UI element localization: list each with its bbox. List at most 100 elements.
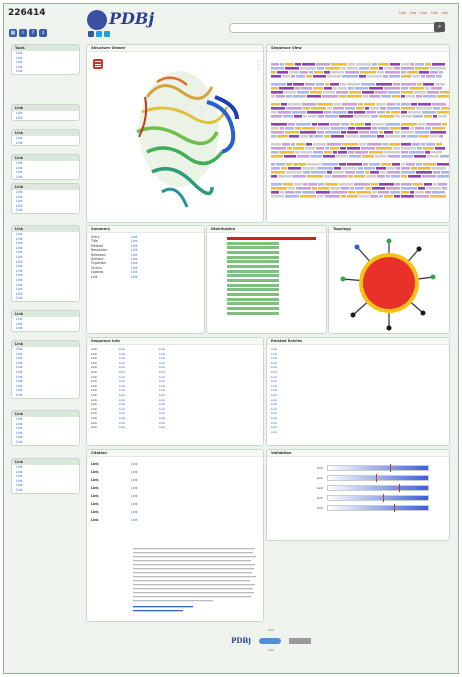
footer-pdbj-logo[interactable]: PDBj [231,636,251,645]
sequence-segment [422,175,436,178]
sequence-segment [388,91,400,94]
sidebar-link[interactable]: Link [12,208,79,213]
sidebar-link[interactable]: Link [12,326,79,331]
sequence-info-cell: Link [91,425,98,430]
sequence-segment [347,195,358,198]
sequence-segment [271,187,287,190]
sequence-segment [295,63,301,66]
top-link-3[interactable]: Link [420,11,427,15]
sequence-segment [271,167,280,170]
top-link-5[interactable]: Link [441,11,448,15]
sequence-segment [281,167,287,170]
sidebar-link[interactable]: Link [12,141,79,146]
sequence-segment [425,191,431,194]
download-icon[interactable]: ↓ [39,29,47,37]
sequence-segment [297,155,309,158]
sequence-segment [416,107,432,110]
citation-value[interactable]: Link [131,484,138,492]
citation-value[interactable]: Link [131,492,138,500]
sequence-segment [347,83,360,86]
sequence-segment [401,131,414,134]
footer-links[interactable]: Link [86,628,456,632]
sidebar-link[interactable]: Link [12,488,79,493]
info-icon[interactable]: i [19,29,27,37]
related-entry-link[interactable]: Link [271,430,445,435]
twitter-icon[interactable] [96,31,102,37]
sequence-segment [426,143,435,146]
search-button[interactable]: ⌕ [434,22,445,32]
sequence-segment [359,131,369,134]
share-icon[interactable] [104,31,110,37]
sequence-segment [339,115,353,118]
sequence-segment [378,127,389,130]
facebook-icon[interactable] [88,31,94,37]
distribution-bar [227,307,279,311]
sequence-segment [372,187,385,190]
summary-value[interactable]: Link [131,275,138,279]
sequence-segment [367,75,382,78]
chart-icon[interactable]: ▦ [9,29,17,37]
top-link-1[interactable]: Link [399,11,406,15]
citation-value[interactable]: Link [131,516,138,524]
entry-id: 226414 [8,8,46,18]
citation-key: Link [91,502,99,506]
sequence-segment [401,167,410,170]
sidebar-section: Link Link Link Link [11,310,80,332]
citation-value[interactable]: Link [131,508,138,516]
sequence-segment [325,183,338,186]
sequence-info-panel: Sequence Info Link Link Link Link Link Link Li… [86,337,264,446]
topology-diagram[interactable] [329,237,449,331]
sequence-segment [325,67,340,70]
citation-value[interactable]: Link [131,500,138,508]
sequence-info-cell[interactable]: Link [119,425,159,430]
sequence-segment [425,63,431,66]
top-link-4[interactable]: Link [431,11,438,15]
distribution-row [211,311,322,316]
sequence-tracks[interactable] [267,57,449,219]
sequence-segment [376,147,392,150]
sequence-segment [271,163,275,166]
sequence-info-cell[interactable]: Link [159,425,199,430]
sequence-view-title: Sequence View [267,45,449,52]
sidebar-section: Link Link Link [11,104,80,122]
search-input[interactable] [229,23,443,33]
sequence-segment [401,171,415,174]
sequence-segment [289,71,299,74]
protein-structure[interactable] [87,57,263,217]
sequence-segment [361,147,375,150]
sequence-segment [392,95,400,98]
sequence-segment [376,103,386,106]
sidebar-link[interactable]: Link [12,296,79,301]
sequence-segment [380,107,386,110]
sidebar-section: Link Link Link Link Link Link Link [11,410,80,446]
sidebar-link[interactable]: Link [12,393,79,398]
citation-value[interactable]: Link [131,476,138,484]
citation-value[interactable]: Link [131,460,138,468]
sequence-segment [372,191,377,194]
sequence-segment [407,71,418,74]
validation-row: Link [271,503,445,513]
viewer-controls[interactable]: ▢ ▢ ▢ [257,59,260,71]
sequence-segment [307,175,323,178]
top-link-2[interactable]: Link [410,11,417,15]
sequence-segment [333,171,344,174]
sidebar-link[interactable]: Link [12,116,79,121]
sequence-segment [271,63,279,66]
sequence-segment [401,63,409,66]
footer-ibi-logo[interactable] [288,637,311,644]
distribution-bar [227,274,279,278]
sequence-segment [313,75,326,78]
footer-nbdc-logo[interactable] [258,637,281,644]
sequence-segment [401,111,407,114]
sidebar-link[interactable]: Link [12,440,79,445]
sequence-info-row: Link Link Link [91,425,259,430]
sequence-segment [324,175,331,178]
sequence-segment [327,171,332,174]
sidebar-link[interactable]: Link [12,175,79,180]
citation-row: Link Link [91,508,259,516]
citation-value[interactable]: Link [131,468,138,476]
help-icon[interactable]: ? [29,29,37,37]
sequence-segment [410,191,414,194]
sequence-segment [303,107,310,110]
sidebar-link[interactable]: Link [12,69,79,74]
